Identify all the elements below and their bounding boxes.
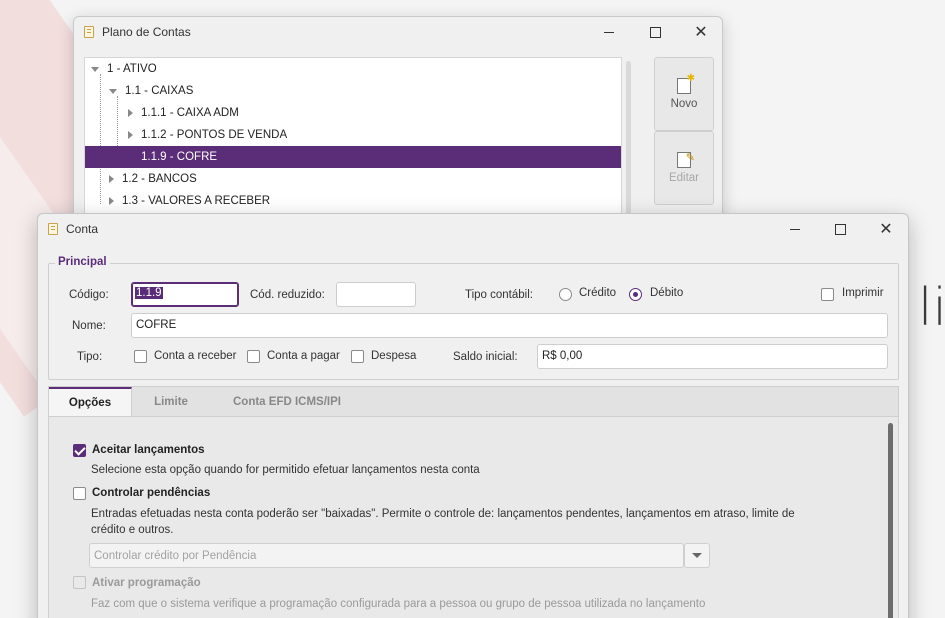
- tree-item[interactable]: 1.2 - BANCOS: [85, 168, 621, 190]
- imprimir-checkbox[interactable]: [821, 288, 834, 301]
- editar-button[interactable]: Editar: [654, 131, 714, 205]
- close-icon[interactable]: ✕: [863, 214, 908, 244]
- panel-scrollbar[interactable]: [888, 423, 893, 618]
- expanded-icon[interactable]: [109, 88, 117, 94]
- chevron-down-icon[interactable]: [684, 543, 710, 568]
- tree-item[interactable]: 1.1.1 - CAIXA ADM: [85, 102, 621, 124]
- tab-opcoes[interactable]: Opções: [49, 387, 132, 417]
- tree-item-label: 1.2 - BANCOS: [122, 173, 197, 185]
- title-bar[interactable]: Conta ✕: [38, 214, 908, 244]
- collapsed-icon[interactable]: [128, 109, 133, 117]
- tree-item-label: 1.1 - CAIXAS: [125, 85, 194, 97]
- conta-pagar-checkbox[interactable]: [247, 350, 260, 363]
- tree-item-label: 1.1.2 - PONTOS DE VENDA: [141, 129, 288, 141]
- controlar-credito-select[interactable]: Controlar crédito por Pendência: [89, 543, 684, 568]
- controlar-pendencias-checkbox[interactable]: [73, 487, 86, 500]
- tab-limite[interactable]: Limite: [135, 387, 207, 417]
- novo-button[interactable]: Novo: [654, 57, 714, 131]
- window-title: Conta: [66, 222, 99, 236]
- tab-strip: Opções Limite Conta EFD ICMS/IPI: [48, 386, 899, 417]
- plano-de-contas-window: Plano de Contas ✕ 1 - ATIVO 1.1 - CAIXAS…: [73, 16, 723, 226]
- ativar-programacao-checkbox[interactable]: [73, 576, 86, 589]
- tree-item[interactable]: 1 - ATIVO: [85, 58, 621, 80]
- principal-group: Principal Código: 1.1.9 Cód. reduzido: T…: [48, 256, 899, 380]
- tree-item-selected[interactable]: 1.1.9 - COFRE: [85, 146, 621, 168]
- tree-item-label: 1.3 - VALORES A RECEBER: [122, 195, 271, 207]
- debito-label[interactable]: Débito: [650, 287, 683, 299]
- tree-item[interactable]: 1.3 - VALORES A RECEBER: [85, 190, 621, 212]
- title-bar[interactable]: Plano de Contas ✕: [74, 17, 722, 47]
- tree-item[interactable]: 1.1.2 - PONTOS DE VENDA: [85, 124, 621, 146]
- codigo-input[interactable]: 1.1.9: [131, 282, 239, 307]
- credito-label[interactable]: Crédito: [579, 287, 616, 299]
- controlar-pendencias-label[interactable]: Controlar pendências: [92, 487, 210, 499]
- ativar-programacao-desc: Faz com que o sistema verifique a progra…: [91, 598, 706, 610]
- aceitar-lancamentos-checkbox[interactable]: [73, 444, 86, 457]
- despesa-checkbox[interactable]: [351, 350, 364, 363]
- aceitar-lancamentos-label[interactable]: Aceitar lançamentos: [92, 444, 205, 456]
- close-icon[interactable]: ✕: [678, 17, 722, 47]
- saldo-inicial-input[interactable]: R$ 0,00: [537, 344, 888, 369]
- editar-label: Editar: [668, 172, 700, 184]
- collapsed-icon[interactable]: [128, 131, 133, 139]
- despesa-label[interactable]: Despesa: [371, 350, 416, 362]
- tab-conta-efd[interactable]: Conta EFD ICMS/IPI: [219, 387, 355, 417]
- saldo-inicial-label: Saldo inicial:: [453, 351, 518, 363]
- collapsed-icon[interactable]: [109, 175, 114, 183]
- tipo-label: Tipo:: [77, 351, 103, 363]
- tree-scrollbar[interactable]: [626, 61, 631, 221]
- principal-legend: Principal: [55, 256, 110, 268]
- conta-pagar-label[interactable]: Conta a pagar: [267, 350, 340, 362]
- opcoes-panel: Aceitar lançamentos Selecione esta opção…: [48, 416, 899, 618]
- imprimir-label[interactable]: Imprimir: [842, 287, 884, 299]
- tree-item-label: 1.1.9 - COFRE: [141, 151, 218, 163]
- ativar-programacao-label[interactable]: Ativar programação: [92, 577, 201, 589]
- maximize-icon[interactable]: [817, 214, 863, 244]
- desktop-partial-text: li: [918, 278, 945, 338]
- nome-label: Nome:: [72, 320, 106, 332]
- credito-radio[interactable]: [559, 288, 572, 301]
- aceitar-lancamentos-desc: Selecione esta opção quando for permitid…: [91, 464, 480, 476]
- debito-radio[interactable]: [629, 288, 642, 301]
- nome-input[interactable]: COFRE: [131, 313, 888, 338]
- cod-reduzido-label: Cód. reduzido:: [250, 289, 325, 301]
- new-document-icon: [677, 73, 695, 94]
- edit-document-icon: [677, 151, 695, 168]
- tree-item-label: 1.1.1 - CAIXA ADM: [141, 107, 239, 119]
- codigo-label: Código:: [69, 289, 109, 301]
- tree-item-label: 1 - ATIVO: [107, 63, 157, 75]
- conta-window: Conta ✕ Principal Código: 1.1.9 Cód. red…: [37, 213, 909, 618]
- app-icon: [48, 223, 58, 235]
- app-icon: [84, 26, 94, 38]
- codigo-value: 1.1.9: [135, 287, 163, 299]
- cod-reduzido-input[interactable]: [336, 282, 416, 307]
- tree-item[interactable]: 1.1 - CAIXAS: [85, 80, 621, 102]
- maximize-icon[interactable]: [632, 17, 678, 47]
- side-toolbar: Novo Editar: [654, 57, 714, 205]
- tipo-contabil-label: Tipo contábil:: [465, 289, 533, 301]
- novo-label: Novo: [670, 98, 698, 110]
- minimize-icon[interactable]: [772, 214, 818, 244]
- window-title: Plano de Contas: [102, 25, 191, 39]
- collapsed-icon[interactable]: [109, 197, 114, 205]
- accounts-tree[interactable]: 1 - ATIVO 1.1 - CAIXAS 1.1.1 - CAIXA ADM…: [84, 57, 622, 225]
- expanded-icon[interactable]: [91, 66, 99, 72]
- minimize-icon[interactable]: [586, 17, 632, 47]
- conta-receber-checkbox[interactable]: [134, 350, 147, 363]
- conta-receber-label[interactable]: Conta a receber: [154, 350, 236, 362]
- controlar-pendencias-desc: Entradas efetuadas nesta conta poderão s…: [91, 508, 795, 536]
